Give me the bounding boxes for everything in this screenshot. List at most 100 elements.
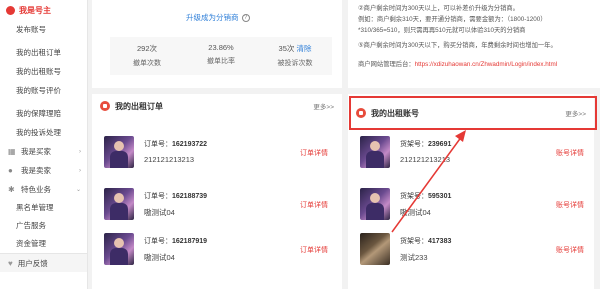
stat-value-wrap: 35次 清除 — [258, 43, 332, 54]
note-line: 例如：商户剩余310天，要开通分销商，需要金额为：（1800-1200） — [358, 16, 547, 23]
panel-title: 我的出租订单 — [115, 101, 163, 111]
stat-label: 撤单次数 — [133, 60, 161, 67]
panel-header: 我的出租订单 更多>> — [92, 94, 342, 118]
order-id: 订单号：162193722 — [144, 139, 207, 149]
rental-orders-panel: 我的出租订单 更多>> 订单号：162193722 212121213213 订… — [92, 94, 342, 289]
game-thumbnail[interactable] — [104, 136, 134, 168]
chevron-down-icon: ⌄ — [75, 187, 81, 193]
game-thumbnail[interactable] — [104, 233, 134, 265]
account-detail-link[interactable]: 账号详情 — [556, 245, 584, 255]
list-item: 货架号：417383 测试233 账号详情 — [356, 231, 590, 271]
shelf-id: 货架号：595301 — [400, 191, 451, 201]
list-item: 货架号：239691 212121213213 账号详情 — [356, 134, 590, 174]
id-value: 239691 — [428, 141, 452, 148]
id-value: 417383 — [428, 238, 452, 245]
stat-label: 撤单比率 — [207, 58, 235, 65]
id-label: 货架号： — [400, 141, 428, 148]
order-detail-link[interactable]: 订单详情 — [300, 245, 328, 255]
id-value: 162187919 — [172, 238, 208, 245]
account-detail-link[interactable]: 账号详情 — [556, 148, 584, 158]
id-label: 货架号： — [400, 238, 428, 245]
id-value: 595301 — [428, 193, 452, 200]
sidebar-group-seller-label: 我是卖家 — [21, 166, 51, 175]
shelf-id: 货架号：417383 — [400, 236, 451, 246]
id-value: 162193722 — [172, 141, 208, 148]
sidebar-item-rental-accounts[interactable]: 我的出租账号 — [0, 62, 87, 81]
cart-icon: ▦ — [8, 146, 16, 156]
game-thumbnail[interactable] — [360, 136, 390, 168]
list-item: 货架号：595301 嗷测试04 账号详情 — [356, 186, 590, 226]
stat-label: 被投诉次数 — [277, 60, 313, 67]
game-thumbnail[interactable] — [360, 188, 390, 220]
sidebar-group-special[interactable]: ✱ 特色业务 ⌄ — [0, 180, 87, 199]
more-link[interactable]: 更多>> — [313, 101, 334, 111]
order-desc: 嗷测试04 — [144, 208, 175, 217]
highlight-box — [349, 96, 597, 130]
stat-cancel-count: 292次 撤单次数 — [110, 37, 184, 75]
shelf-id: 货架号：239691 — [400, 139, 451, 149]
game-thumbnail[interactable] — [360, 233, 390, 265]
sidebar-group-special-label: 特色业务 — [21, 185, 51, 194]
stat-cancel-rate: 23.86% 撤单比率 — [184, 37, 258, 75]
account-detail-link[interactable]: 账号详情 — [556, 200, 584, 210]
note-line: *310/365=510，则只需再再510元就可以体验310天的分销商 — [358, 27, 526, 34]
sidebar-group-seller[interactable]: ● 我是卖家 › — [0, 161, 87, 180]
clear-link[interactable]: 清除 — [296, 44, 311, 53]
sidebar-item-complaints[interactable]: 我的投诉处理 — [0, 123, 87, 142]
sidebar-header[interactable]: 我是号主 — [0, 0, 87, 20]
heart-icon: ♥ — [8, 258, 13, 268]
stat-value: 35次 — [278, 44, 295, 53]
admin-url-label: 商户网站管理后台： — [358, 61, 415, 68]
stat-value: 292次 — [136, 44, 157, 53]
sidebar-group-buyer-label: 我是买家 — [21, 147, 51, 156]
stat-complaints: 35次 清除 被投诉次数 — [258, 37, 332, 75]
id-label: 订单号： — [144, 141, 172, 148]
orders-icon — [100, 101, 110, 111]
admin-url-link[interactable]: https://xdizuhaowan.cn/Zhwadmin/Login/in… — [415, 61, 557, 68]
sidebar-item-rental-orders[interactable]: 我的出租订单 — [0, 43, 87, 62]
list-item: 订单号：162193722 212121213213 订单详情 — [100, 134, 334, 174]
id-label: 货架号： — [400, 193, 428, 200]
order-desc: 嗷测试04 — [144, 253, 175, 262]
order-detail-link[interactable]: 订单详情 — [300, 200, 328, 210]
account-desc: 嗷测试04 — [400, 208, 431, 217]
stat-value: 23.86% — [208, 43, 234, 52]
id-label: 订单号： — [144, 193, 172, 200]
id-label: 订单号： — [144, 238, 172, 245]
order-desc: 212121213213 — [144, 155, 195, 164]
chevron-right-icon: › — [79, 148, 81, 155]
sidebar-item-ad-service[interactable]: 广告服务 — [0, 217, 87, 235]
note-line: ②商户剩余时间为300天以上，可以补差价升级为分销商。 — [358, 5, 519, 12]
order-id: 订单号：162187919 — [144, 236, 207, 246]
game-thumbnail[interactable] — [104, 188, 134, 220]
sidebar-item-feedback-label: 用户反馈 — [17, 258, 48, 268]
account-desc: 212121213213 — [400, 155, 451, 164]
sidebar: 我是号主 发布账号 我的出租订单 我的出租账号 我的账号评价 我的保障理赔 我的… — [0, 0, 88, 289]
owner-icon — [6, 5, 15, 15]
help-icon[interactable]: ? — [241, 14, 250, 23]
sidebar-group-buyer[interactable]: ▦ 我是买家 › — [0, 142, 87, 161]
stats-box: 292次 撤单次数 23.86% 撤单比率 35次 清除 被投诉次数 — [110, 37, 332, 75]
seller-summary: 升级成为分销商? 292次 撤单次数 23.86% 撤单比率 35次 清除 被投… — [92, 0, 342, 88]
sidebar-header-label: 我是号主 — [19, 5, 51, 15]
admin-url-line: 商户网站管理后台：https://xdizuhaowan.cn/Zhwadmin… — [358, 59, 600, 70]
upgrade-link-wrap: 升级成为分销商? — [186, 12, 250, 23]
gear-icon: ✱ — [8, 184, 15, 194]
seller-icon: ● — [8, 165, 13, 175]
chevron-right-icon: › — [79, 167, 81, 174]
list-item: 订单号：162187919 嗷测试04 订单详情 — [100, 231, 334, 271]
list-item: 订单号：162188739 嗷测试04 订单详情 — [100, 186, 334, 226]
sidebar-item-account-reviews[interactable]: 我的账号评价 — [0, 81, 87, 100]
note-line: ⑤商户剩余时间为300天以下，购买分销商，年费剩余时间也增加一年。 — [358, 42, 557, 49]
sidebar-item-funds[interactable]: 资金管理 — [0, 235, 87, 253]
order-detail-link[interactable]: 订单详情 — [300, 148, 328, 158]
order-id: 订单号：162188739 — [144, 191, 207, 201]
distributor-notes: ②商户剩余时间为300天以上，可以补差价升级为分销商。 例如：商户剩余310天，… — [348, 0, 600, 88]
sidebar-item-blacklist[interactable]: 黑名单管理 — [0, 199, 87, 217]
account-desc: 测试233 — [400, 253, 428, 262]
sidebar-item-claims[interactable]: 我的保障理赔 — [0, 104, 87, 123]
id-value: 162188739 — [172, 193, 208, 200]
sidebar-item-publish-account[interactable]: 发布账号 — [0, 20, 87, 39]
upgrade-distributor-link[interactable]: 升级成为分销商 — [186, 13, 239, 22]
sidebar-item-feedback[interactable]: ♥ 用户反馈 — [0, 253, 87, 272]
